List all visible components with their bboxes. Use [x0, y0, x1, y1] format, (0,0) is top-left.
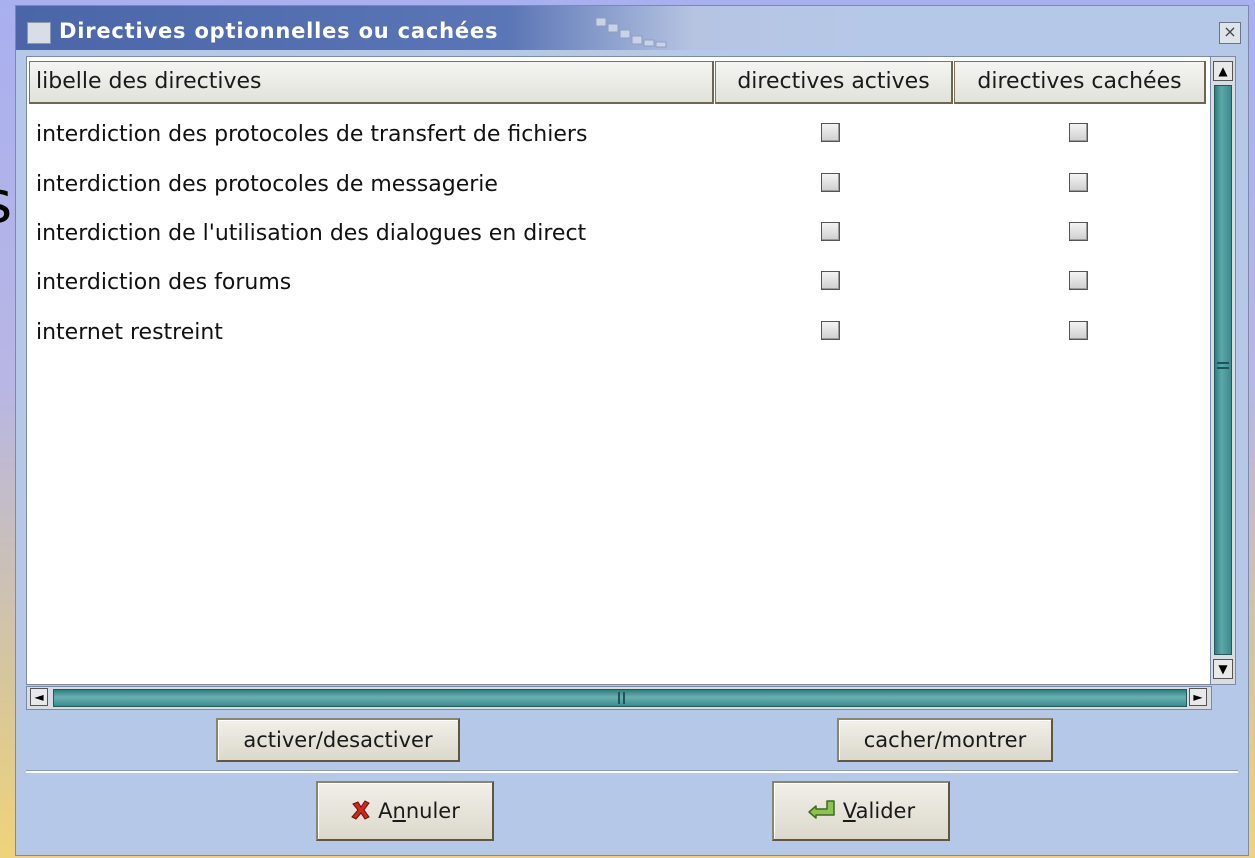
separator: [26, 770, 1238, 773]
scroll-grip: [623, 692, 625, 704]
directive-label: internet restreint: [36, 320, 223, 345]
active-checkbox[interactable]: [821, 222, 840, 241]
scroll-left-icon[interactable]: ◄: [30, 688, 48, 706]
active-checkbox[interactable]: [821, 321, 840, 340]
column-header-active[interactable]: directives actives: [715, 61, 953, 104]
cancel-label-suffix: nuler: [405, 799, 460, 823]
scroll-down-icon[interactable]: ▼: [1213, 659, 1233, 679]
table-row[interactable]: interdiction de l'utilisation des dialog…: [27, 209, 1225, 259]
active-checkbox[interactable]: [821, 173, 840, 192]
hidden-checkbox[interactable]: [1069, 222, 1088, 241]
title-pattern-icon: [595, 17, 667, 48]
active-checkbox[interactable]: [821, 123, 840, 142]
column-header-hidden[interactable]: directives cachées: [954, 61, 1206, 104]
dialog-window: Directives optionnelles ou cachées × lib…: [15, 5, 1249, 856]
hidden-checkbox[interactable]: [1069, 271, 1088, 290]
scroll-grip: [1217, 362, 1229, 364]
red-x-icon: [351, 800, 370, 820]
scroll-right-icon[interactable]: ►: [1189, 688, 1207, 706]
scroll-grip: [1217, 367, 1229, 369]
column-header-label[interactable]: libelle des directives: [29, 61, 714, 104]
cancel-label-prefix: A: [378, 799, 393, 823]
vertical-scroll-thumb[interactable]: [1214, 85, 1232, 655]
green-check-arrow-icon: [808, 800, 835, 819]
cancel-label-mnemonic: n: [392, 799, 406, 823]
ok-label-suffix: alider: [855, 799, 916, 823]
directives-table: libelle des directives directives active…: [26, 56, 1226, 685]
directive-label: interdiction des protocoles de transfert…: [36, 122, 588, 147]
window-title: Directives optionnelles ou cachées: [59, 19, 499, 43]
cancel-button[interactable]: Annuler: [316, 781, 494, 841]
directive-label: interdiction des forums: [36, 270, 292, 295]
vertical-scrollbar[interactable]: ▲ ▼: [1210, 56, 1236, 685]
directive-label: interdiction de l'utilisation des dialog…: [36, 221, 587, 246]
table-row[interactable]: interdiction des protocoles de messageri…: [27, 160, 1225, 210]
scroll-grip: [618, 692, 620, 704]
ok-label-mnemonic: V: [842, 799, 856, 823]
horizontal-scrollbar[interactable]: ◄ ►: [26, 686, 1212, 710]
horizontal-scroll-thumb[interactable]: [53, 689, 1187, 707]
background-text: s: [0, 168, 12, 236]
table-row[interactable]: interdiction des protocoles de transfert…: [27, 110, 1225, 160]
ok-button[interactable]: Valider: [772, 781, 950, 841]
hidden-checkbox[interactable]: [1069, 123, 1088, 142]
table-row[interactable]: internet restreint: [27, 308, 1225, 358]
toggle-active-button[interactable]: activer/desactiver: [216, 718, 460, 762]
hidden-checkbox[interactable]: [1069, 173, 1088, 192]
window-menu-icon[interactable]: [27, 22, 51, 44]
hidden-checkbox[interactable]: [1069, 321, 1088, 340]
title-bar[interactable]: Directives optionnelles ou cachées ×: [16, 6, 1248, 50]
toggle-hidden-button[interactable]: cacher/montrer: [837, 718, 1053, 762]
active-checkbox[interactable]: [821, 271, 840, 290]
scroll-up-icon[interactable]: ▲: [1213, 61, 1233, 81]
table-row[interactable]: interdiction des forums: [27, 258, 1225, 308]
close-icon[interactable]: ×: [1219, 22, 1241, 44]
directive-label: interdiction des protocoles de messageri…: [36, 172, 498, 197]
